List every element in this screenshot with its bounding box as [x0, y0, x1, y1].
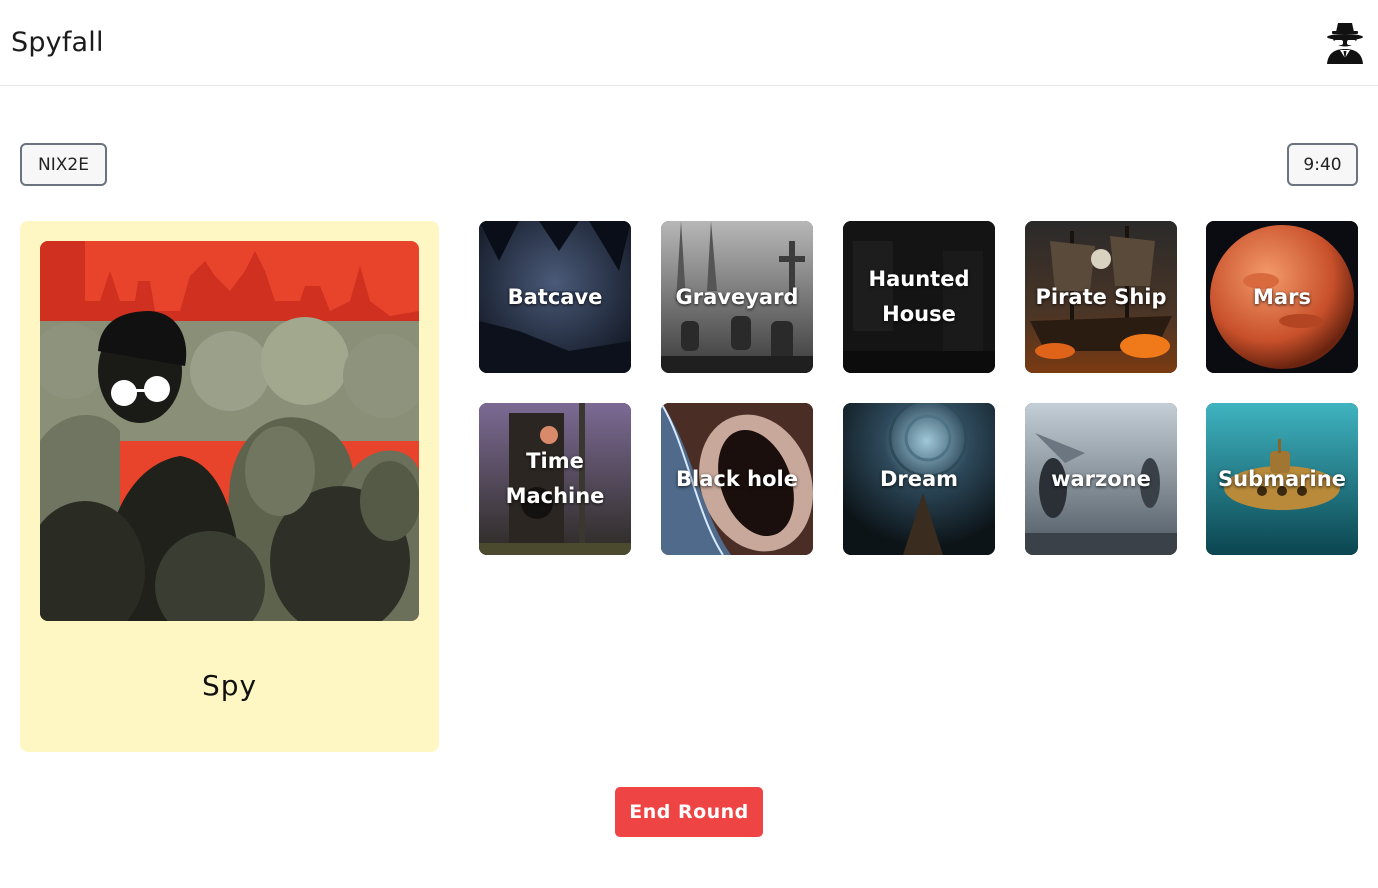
- location-label: Batcave: [507, 284, 603, 309]
- location-tile-black-hole[interactable]: Black hole: [661, 403, 813, 555]
- location-tile-pirate-ship[interactable]: Pirate Ship: [1025, 221, 1177, 373]
- location-tile-warzone[interactable]: warzone: [1025, 403, 1177, 555]
- location-label: warzone: [1051, 466, 1151, 491]
- role-name: Spy: [201, 669, 258, 702]
- spy-icon[interactable]: [1324, 20, 1366, 64]
- top-bar: Spyfall: [0, 0, 1378, 86]
- location-label: Mars: [1253, 284, 1311, 309]
- app-title: Spyfall: [11, 27, 104, 58]
- location-tile-haunted-house[interactable]: Haunted House: [843, 221, 995, 373]
- round-timer[interactable]: 9:40: [1287, 143, 1358, 186]
- location-label: Time Machine: [505, 449, 605, 508]
- location-tile-dream[interactable]: Dream: [843, 403, 995, 555]
- location-tile-time-machine[interactable]: Time Machine: [479, 403, 631, 555]
- room-code-badge[interactable]: NIX2E: [20, 143, 107, 186]
- location-tile-batcave[interactable]: Batcave: [479, 221, 631, 373]
- location-label: Submarine: [1218, 466, 1346, 491]
- location-label: Graveyard: [675, 284, 799, 309]
- role-card: Spy: [20, 221, 439, 752]
- location-label: Dream: [879, 466, 959, 491]
- location-label: Black hole: [676, 466, 798, 491]
- location-tile-graveyard[interactable]: Graveyard: [661, 221, 813, 373]
- location-label: Haunted House: [868, 267, 970, 326]
- location-tile-submarine[interactable]: Submarine: [1206, 403, 1358, 555]
- location-label: Pirate Ship: [1035, 284, 1167, 309]
- location-tile-mars[interactable]: Mars: [1206, 221, 1358, 373]
- spy-crowd-illustration: [40, 241, 419, 621]
- end-round-button[interactable]: End Round: [615, 787, 763, 837]
